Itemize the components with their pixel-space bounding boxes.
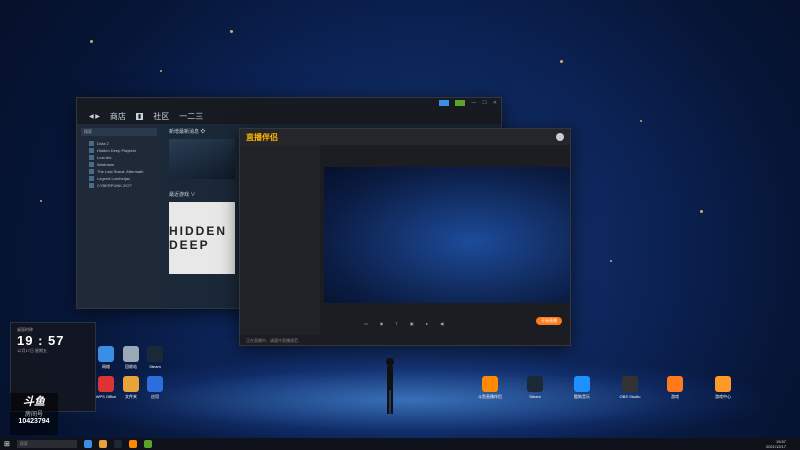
app-logo: 直播伴侣 — [246, 132, 278, 142]
standing-figure — [385, 356, 395, 414]
steam-nav: ◀ ▶ 商店 ▮ 社区 一二三 — [77, 108, 501, 124]
file-explorer-icon[interactable] — [98, 440, 107, 448]
taskbar-search-input[interactable]: 搜索 — [16, 440, 77, 448]
wps-icon — [98, 376, 114, 392]
game-icon-2 — [715, 376, 731, 392]
steam-taskbar-icon[interactable] — [113, 440, 122, 448]
desktop-shortcut[interactable]: 游戏中心 — [705, 376, 741, 400]
list-item[interactable]: Warframe — [77, 161, 161, 168]
city-lights — [90, 40, 93, 43]
city-lights — [560, 60, 563, 63]
live-streaming-window[interactable]: 直播伴侣 ▭ ◉ T ▣ ● ◀) 开始直播 正在直播中，请遵守直播规范 — [239, 128, 571, 346]
taskbar-clock[interactable]: 19:57 2021/12/17 — [766, 439, 786, 449]
city-lights — [160, 70, 162, 72]
desktop-shortcut[interactable]: Steam — [517, 376, 553, 399]
windows-start-icon[interactable]: ⊞ — [4, 440, 10, 448]
speaker-icon[interactable]: ◀) — [440, 321, 444, 326]
maximize-icon[interactable]: ☐ — [482, 100, 486, 106]
room-number: 10423794 — [18, 418, 50, 425]
camera-icon[interactable]: ◉ — [380, 321, 384, 326]
desktop-shortcut[interactable]: 斗鱼直播伴侣 — [472, 376, 508, 400]
steam-titlebar[interactable]: — ☐ ✕ — [77, 98, 501, 108]
desktop-shortcut-label: 应用 — [151, 394, 159, 399]
list-item[interactable]: CYBERPUNK 2077 — [77, 182, 161, 189]
start-live-button[interactable]: 开始直播 — [536, 317, 562, 325]
list-item[interactable]: Dota 2 — [77, 140, 161, 147]
desktop-shortcut[interactable]: OBS Studio — [612, 376, 648, 399]
desktop-shortcut-label: 斗鱼直播伴侣 — [478, 394, 502, 399]
live-footer: 正在直播中，请遵守直播规范 — [246, 338, 298, 343]
douyu-icon — [482, 376, 498, 392]
douyu-taskbar-icon[interactable] — [128, 440, 137, 448]
live-tools-panel — [240, 145, 320, 335]
desktop-shortcut[interactable]: 应用 — [137, 376, 173, 400]
nav-library[interactable]: ▮ — [135, 112, 144, 120]
library-search-input[interactable]: 搜索 — [81, 128, 157, 136]
live-toolbar: ▭ ◉ T ▣ ● ◀) — [324, 309, 570, 337]
minimize-icon[interactable]: — — [471, 100, 476, 106]
desktop-shortcut-label: 酷狗音乐 — [574, 394, 590, 399]
horizon-glow — [60, 360, 760, 440]
back-icon[interactable]: ◀ ▶ — [89, 113, 100, 120]
desktop-shortcut[interactable]: 游戏 — [657, 376, 693, 400]
douyu-room-badge: 斗鱼 房间号 10423794 — [10, 393, 58, 435]
desktop-shortcut[interactable]: 酷狗音乐 — [564, 376, 600, 400]
steam-library-sidebar: 搜索 Dota 2 Hidden Deep Playtest Lost Ark … — [77, 124, 161, 308]
city-lights — [640, 120, 642, 122]
nav-community[interactable]: 社区 — [153, 111, 169, 122]
recent-game-card[interactable]: HIDDEN DEEP — [169, 202, 235, 274]
room-label: 房间号 — [24, 412, 43, 418]
list-item[interactable]: Hidden Deep Playtest — [77, 147, 161, 154]
obs-icon — [622, 376, 638, 392]
game-icon — [667, 376, 683, 392]
desktop-shortcut[interactable]: Steam — [137, 346, 173, 369]
clock-time: 19 : 57 — [17, 333, 65, 348]
taskbar-date: 2021/12/17 — [765, 444, 786, 449]
douyu-logo: 斗鱼 — [23, 396, 45, 408]
list-item[interactable]: Legend Lumberjac — [77, 175, 161, 182]
list-item[interactable]: Lost Ark — [77, 154, 161, 161]
app-icon — [147, 376, 163, 392]
nav-store[interactable]: 商店 — [110, 111, 126, 122]
city-lights — [230, 30, 233, 33]
desktop-shortcut-label: 游戏中心 — [715, 394, 731, 399]
steam-friends-icon[interactable] — [439, 100, 450, 106]
avatar[interactable] — [556, 133, 564, 141]
city-lights — [700, 210, 703, 213]
nav-username[interactable]: 一二三 — [179, 111, 203, 122]
clock-date: 12月17日 星期五 — [17, 348, 48, 353]
kugou-icon — [574, 376, 590, 392]
desktop-shortcut-label: Steam — [149, 364, 161, 369]
city-lights — [610, 260, 612, 262]
steam-icon-2 — [527, 376, 543, 392]
taskbar: ⊞ 搜索 19:57 2021/12/17 — [0, 438, 800, 450]
stream-preview[interactable] — [324, 167, 570, 303]
list-item[interactable]: The Last Stand: Aftermath — [77, 168, 161, 175]
close-icon[interactable]: ✕ — [493, 100, 497, 106]
screen-capture-icon[interactable]: ▭ — [364, 321, 368, 326]
steam-status-icon[interactable] — [455, 100, 466, 106]
news-card[interactable] — [169, 139, 235, 179]
desktop-shortcut-label: Steam — [529, 394, 541, 399]
network-icon — [98, 346, 114, 362]
steam-icon — [147, 346, 163, 362]
desktop-shortcut-label: OBS Studio — [619, 394, 641, 399]
live-header: 直播伴侣 — [240, 129, 570, 145]
edge-icon[interactable] — [83, 440, 92, 448]
app-taskbar-icon[interactable] — [143, 440, 152, 448]
text-icon[interactable]: T — [395, 321, 397, 326]
desktop-shortcut-label: 游戏 — [671, 394, 679, 399]
image-icon[interactable]: ▣ — [410, 321, 414, 326]
city-lights — [40, 200, 42, 202]
mic-icon[interactable]: ● — [426, 321, 428, 326]
